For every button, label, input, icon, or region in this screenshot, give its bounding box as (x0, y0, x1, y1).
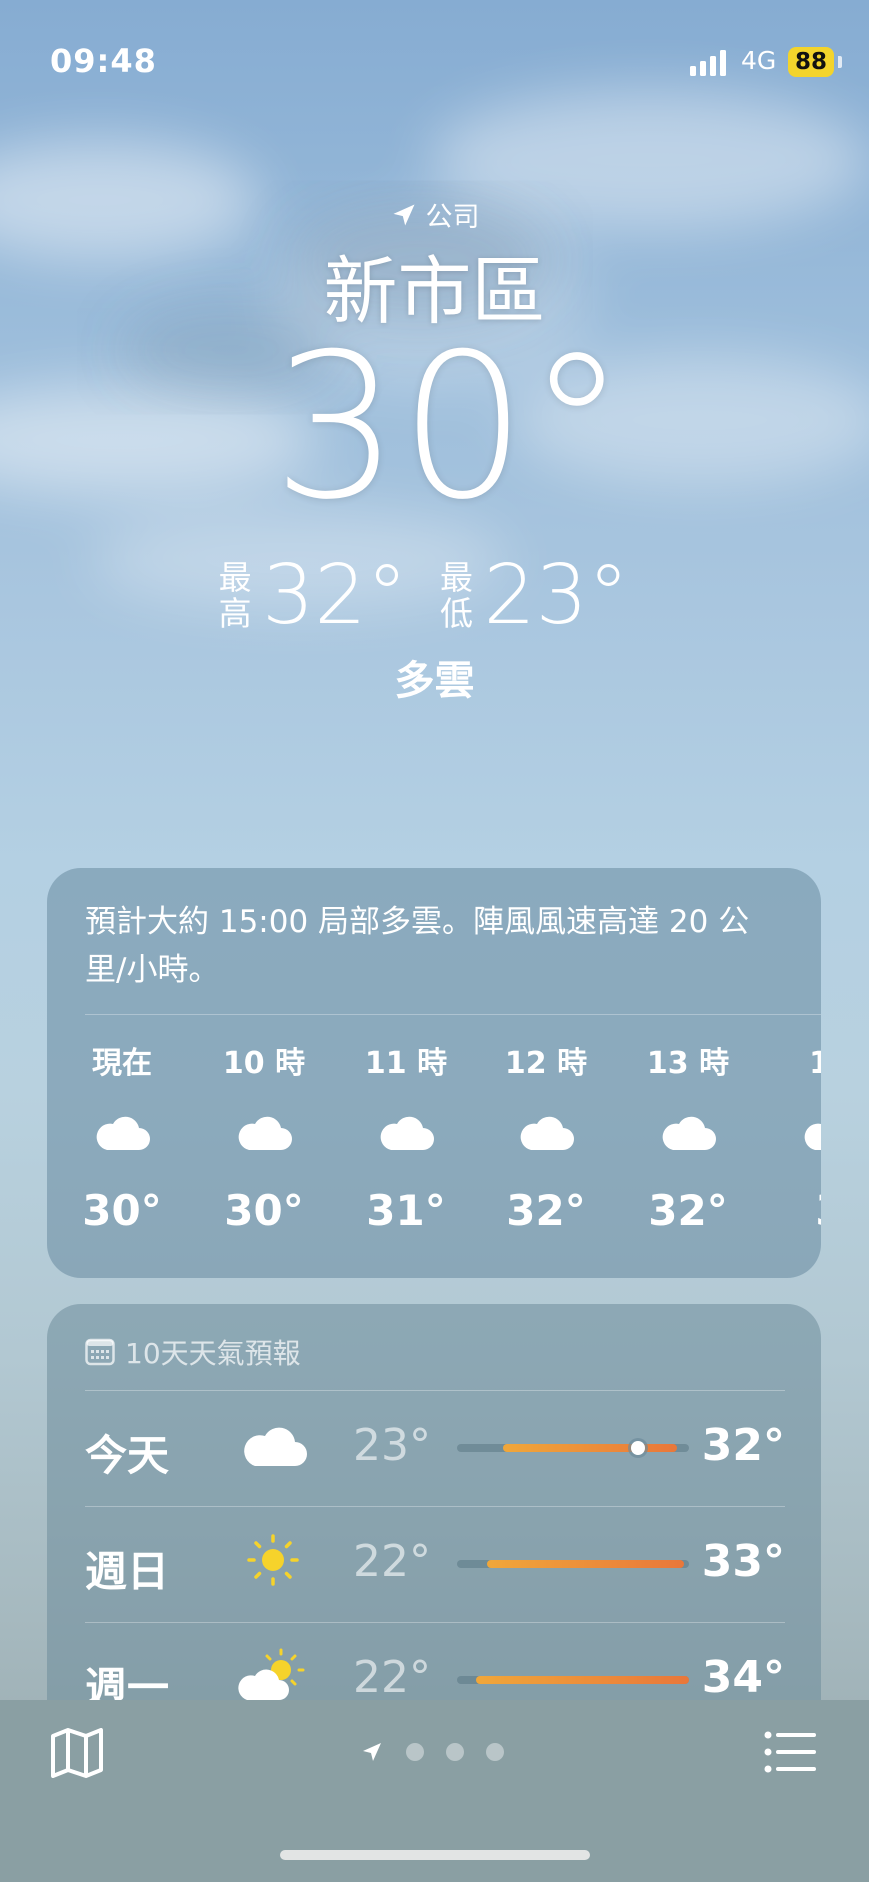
day-name: 今天 (85, 1431, 170, 1480)
list-icon[interactable] (764, 1730, 816, 1774)
hour-item: 10 時 30° (194, 1040, 334, 1235)
location-arrow-icon (393, 204, 414, 225)
cloud-icon (380, 1116, 434, 1150)
hour-item: 14 3 (760, 1040, 821, 1235)
temp-range-bar (457, 1441, 689, 1455)
battery-tip (838, 56, 842, 68)
day-low: 22° (353, 1652, 431, 1703)
sun-icon (247, 1534, 299, 1586)
day-row[interactable]: 週日 22° 33° (85, 1508, 785, 1624)
page-dot[interactable] (406, 1743, 424, 1761)
day-high: 34° (701, 1652, 785, 1703)
divider (85, 1014, 821, 1015)
ten-day-title: 10天天氣預報 (125, 1337, 301, 1370)
hour-label: 12 時 (504, 1046, 588, 1081)
network-type: 4G (741, 46, 777, 75)
low-temp: 23° (483, 548, 629, 643)
cloud-icon (804, 1123, 821, 1150)
current-temp-marker (630, 1441, 645, 1455)
hour-temp: 32° (506, 1186, 586, 1235)
hour-temp: 32° (648, 1186, 728, 1235)
page-dot[interactable] (446, 1743, 464, 1761)
hour-label: 現在 (92, 1046, 152, 1081)
divider (85, 1622, 785, 1623)
hour-item: 12 時 32° (476, 1040, 616, 1235)
forecast-summary: 預計大約 15:00 局部多雲。陣風風速高達 20 公里/小時。 (85, 904, 750, 988)
high-label: 最高 (218, 557, 252, 633)
low-label: 最低 (440, 557, 473, 633)
ten-day-header: 10天天氣預報 (85, 1332, 301, 1372)
hour-label: 11 時 (364, 1046, 448, 1081)
temp-range-bar (457, 1560, 689, 1568)
location-tag: 公司 (0, 195, 869, 234)
current-temperature: 30° (272, 311, 627, 544)
hour-temp: 30° (82, 1186, 162, 1235)
hourly-strip[interactable]: 現在 30° 10 時 30° 11 時 31° 12 時 32° 13 時 3… (0, 1040, 821, 1240)
day-low: 23° (353, 1420, 431, 1471)
location-arrow-icon[interactable] (360, 1740, 384, 1764)
day-high: 33° (701, 1536, 785, 1587)
condition: 多雲 (394, 658, 475, 704)
hour-label: 10 時 (222, 1046, 306, 1081)
high-temp: 32° (262, 548, 408, 643)
hour-item: 現在 30° (52, 1040, 192, 1235)
hour-item: 13 時 32° (618, 1040, 758, 1235)
battery-icon: 88 (788, 47, 834, 77)
cloud-icon (244, 1427, 307, 1466)
temp-range-bar (457, 1676, 689, 1684)
day-name: 週日 (85, 1547, 170, 1596)
hour-item: 11 時 31° (336, 1040, 476, 1235)
high-low: 最高 32° 最低 23° (0, 548, 869, 643)
day-low: 22° (353, 1536, 431, 1587)
day-row-today[interactable]: 今天 23° 32° (85, 1392, 785, 1508)
cloud-icon (520, 1116, 574, 1150)
divider (85, 1506, 785, 1507)
calendar-icon (85, 1338, 115, 1366)
hour-temp: 30° (224, 1186, 304, 1235)
hour-temp: 3 (760, 1186, 821, 1235)
partly-cloudy-icon (238, 1648, 305, 1700)
hour-label: 14 (809, 1046, 821, 1081)
temp-range-fill (487, 1560, 685, 1568)
temp-range-fill (475, 1676, 689, 1684)
signal-icon (690, 50, 726, 76)
cloud-icon (238, 1116, 292, 1150)
clock: 09:48 (50, 42, 157, 80)
temp-range-fill (503, 1444, 678, 1452)
hour-temp: 31° (366, 1186, 446, 1235)
hour-label: 13 時 (646, 1046, 730, 1081)
day-high: 32° (701, 1420, 785, 1471)
cloud-icon (662, 1116, 716, 1150)
location-tag-label: 公司 (425, 202, 480, 233)
home-indicator (280, 1850, 590, 1860)
divider (85, 1390, 785, 1391)
map-icon[interactable] (50, 1728, 104, 1778)
page-indicator[interactable] (360, 1740, 504, 1764)
page-dot[interactable] (486, 1743, 504, 1761)
status-bar: 09:48 4G 88 (0, 0, 869, 110)
cloud-icon (96, 1116, 150, 1150)
